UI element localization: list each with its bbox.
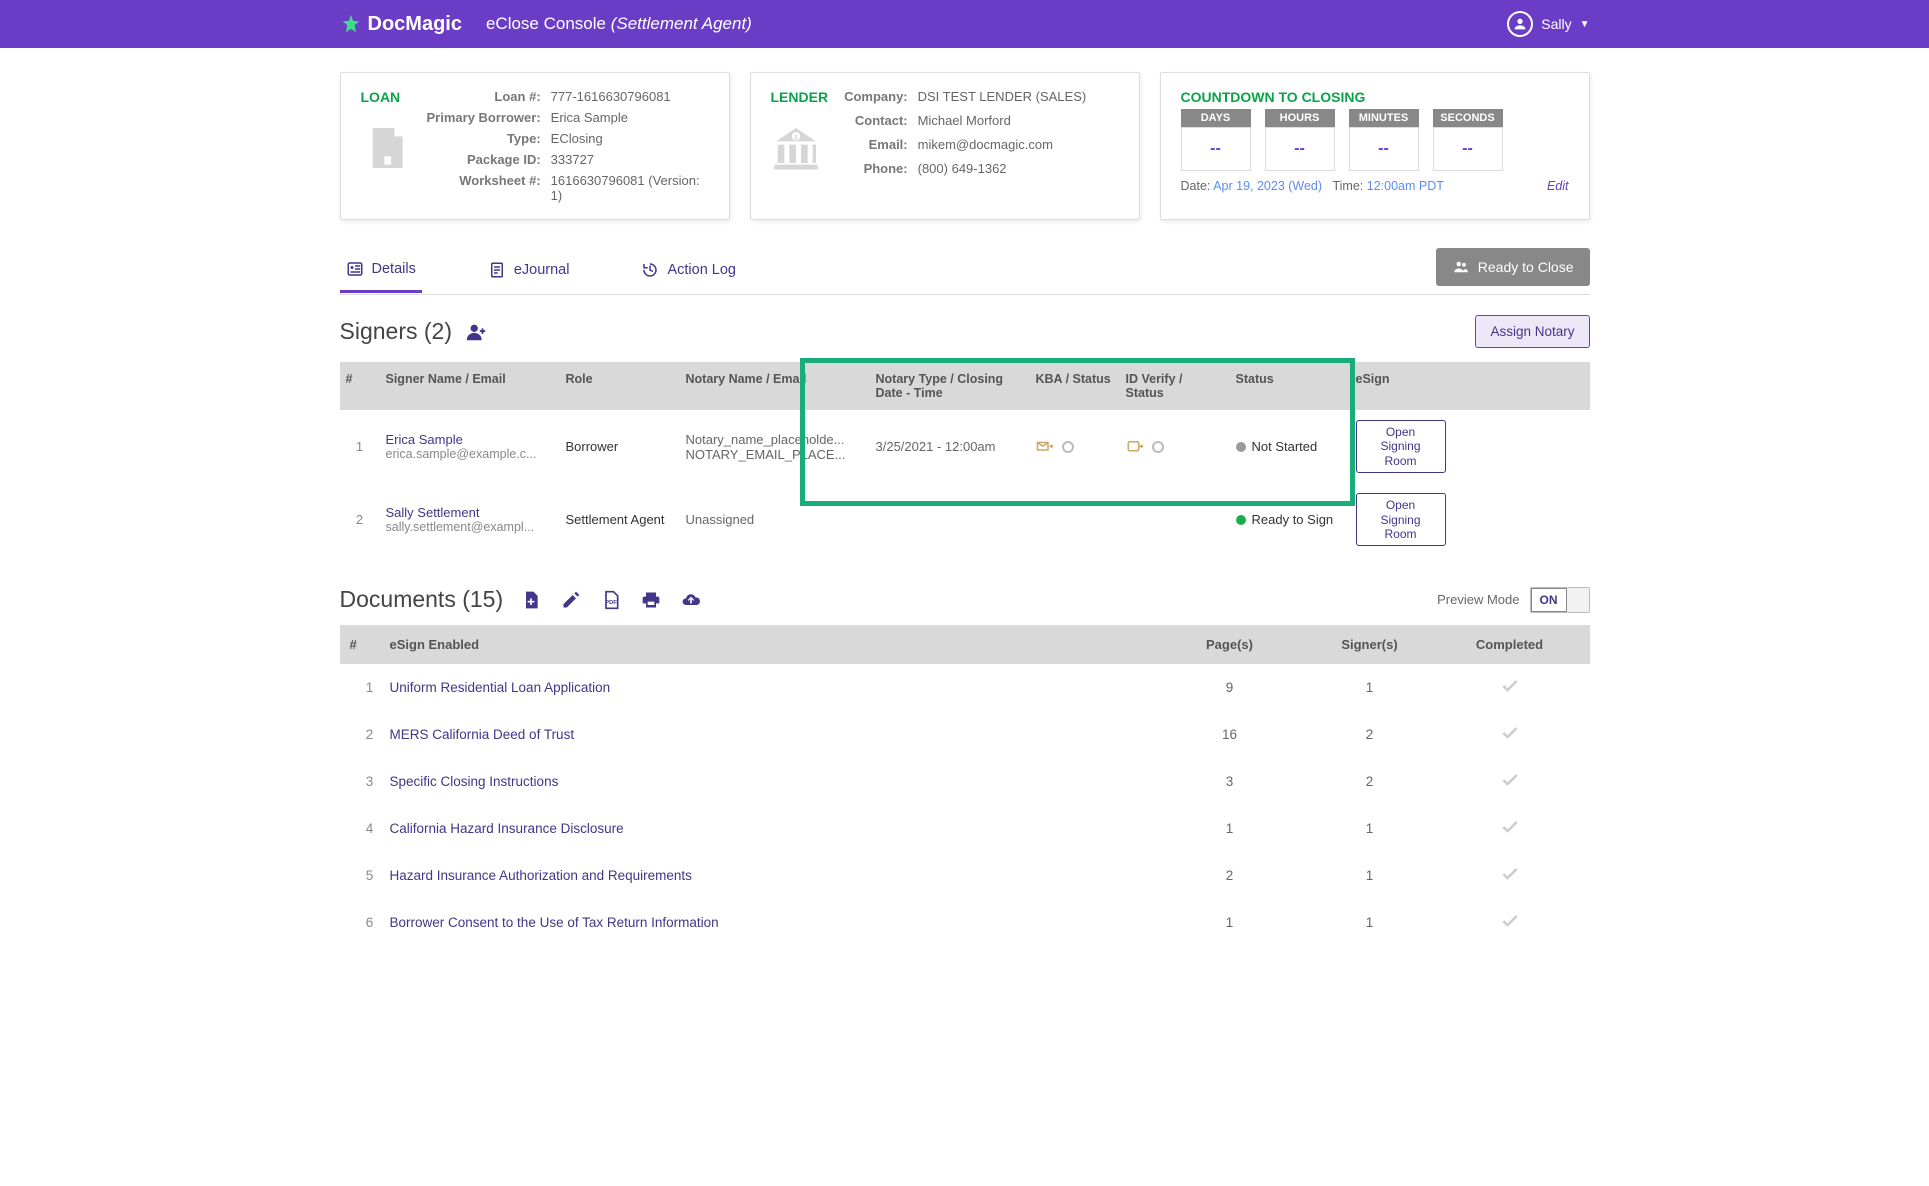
svg-text:PDF: PDF (605, 600, 617, 606)
document-link[interactable]: Uniform Residential Loan Application (390, 680, 1160, 695)
history-icon (641, 261, 659, 279)
document-link[interactable]: Specific Closing Instructions (390, 774, 1160, 789)
console-title: eClose Console (Settlement Agent) (486, 14, 752, 34)
lender-card: LENDER $ Company:DSI TEST LENDER (SALES)… (750, 72, 1140, 220)
user-name: Sally (1541, 16, 1571, 32)
edit-icon[interactable] (561, 590, 581, 610)
people-icon (1452, 258, 1470, 276)
document-row: 6Borrower Consent to the Use of Tax Retu… (340, 899, 1590, 946)
mail-send-icon[interactable] (1036, 438, 1054, 456)
bank-icon: $ (771, 123, 821, 179)
tab-actionlog[interactable]: Action Log (635, 250, 742, 293)
user-menu[interactable]: Sally ▼ (1507, 11, 1589, 37)
signers-table: # Signer Name / Email Role Notary Name /… (340, 362, 1590, 556)
countdown-title: COUNTDOWN TO CLOSING (1181, 89, 1569, 105)
print-icon[interactable] (641, 590, 661, 610)
signer-row: 2Sally Settlementsally.settlement@exampl… (340, 483, 1590, 556)
tab-ejournal[interactable]: eJournal (482, 250, 576, 293)
documents-table: # eSign Enabled Page(s) Signer(s) Comple… (340, 625, 1590, 946)
star-icon (340, 13, 362, 35)
document-link[interactable]: California Hazard Insurance Disclosure (390, 821, 1160, 836)
completed-check-icon (1440, 817, 1580, 840)
id-verify-icon[interactable] (1126, 438, 1144, 456)
completed-check-icon (1440, 911, 1580, 934)
document-link[interactable]: Hazard Insurance Authorization and Requi… (390, 868, 1160, 883)
completed-check-icon (1440, 770, 1580, 793)
brand-logo: DocMagic (340, 13, 462, 36)
lender-title: LENDER (771, 89, 829, 105)
signer-row: 1Erica Sampleerica.sample@example.c...Bo… (340, 410, 1590, 483)
document-row: 3Specific Closing Instructions32 (340, 758, 1590, 805)
brand-name: DocMagic (368, 13, 462, 36)
tab-details[interactable]: Details (340, 250, 422, 293)
loan-card: LOAN Loan #:777-1616630796081 Primary Bo… (340, 72, 730, 220)
ready-to-close-button[interactable]: Ready to Close (1436, 248, 1590, 286)
loan-title: LOAN (361, 89, 411, 105)
completed-check-icon (1440, 676, 1580, 699)
pdf-icon[interactable]: PDF (601, 590, 621, 610)
completed-check-icon (1440, 864, 1580, 887)
preview-mode-toggle[interactable]: Preview Mode ON (1437, 587, 1589, 613)
document-row: 2MERS California Deed of Trust162 (340, 711, 1590, 758)
upload-cloud-icon[interactable] (681, 590, 701, 610)
assign-notary-button[interactable]: Assign Notary (1475, 315, 1589, 348)
document-link[interactable]: MERS California Deed of Trust (390, 727, 1160, 742)
caret-down-icon: ▼ (1580, 19, 1590, 30)
countdown-edit-link[interactable]: Edit (1547, 179, 1569, 193)
house-doc-icon (361, 123, 411, 179)
document-row: 5Hazard Insurance Authorization and Requ… (340, 852, 1590, 899)
document-row: 1Uniform Residential Loan Application91 (340, 664, 1590, 711)
signers-heading: Signers (2) (340, 318, 488, 345)
open-signing-room-button[interactable]: Open Signing Room (1356, 420, 1446, 473)
document-link[interactable]: Borrower Consent to the Use of Tax Retur… (390, 915, 1160, 930)
brand: DocMagic eClose Console (Settlement Agen… (340, 13, 752, 36)
document-row: 4California Hazard Insurance Disclosure1… (340, 805, 1590, 852)
open-signing-room-button[interactable]: Open Signing Room (1356, 493, 1446, 546)
topbar: DocMagic eClose Console (Settlement Agen… (0, 0, 1929, 48)
signer-name-link[interactable]: Erica Sample (386, 432, 554, 447)
documents-heading: Documents (15) (340, 586, 504, 613)
journal-icon (488, 261, 506, 279)
add-signer-icon[interactable] (466, 321, 488, 343)
signer-name-link[interactable]: Sally Settlement (386, 505, 554, 520)
avatar-icon (1507, 11, 1533, 37)
countdown-card: COUNTDOWN TO CLOSING DAYS-- HOURS-- MINU… (1160, 72, 1590, 220)
details-icon (346, 260, 364, 278)
svg-text:$: $ (794, 135, 798, 142)
add-doc-icon[interactable] (521, 590, 541, 610)
completed-check-icon (1440, 723, 1580, 746)
